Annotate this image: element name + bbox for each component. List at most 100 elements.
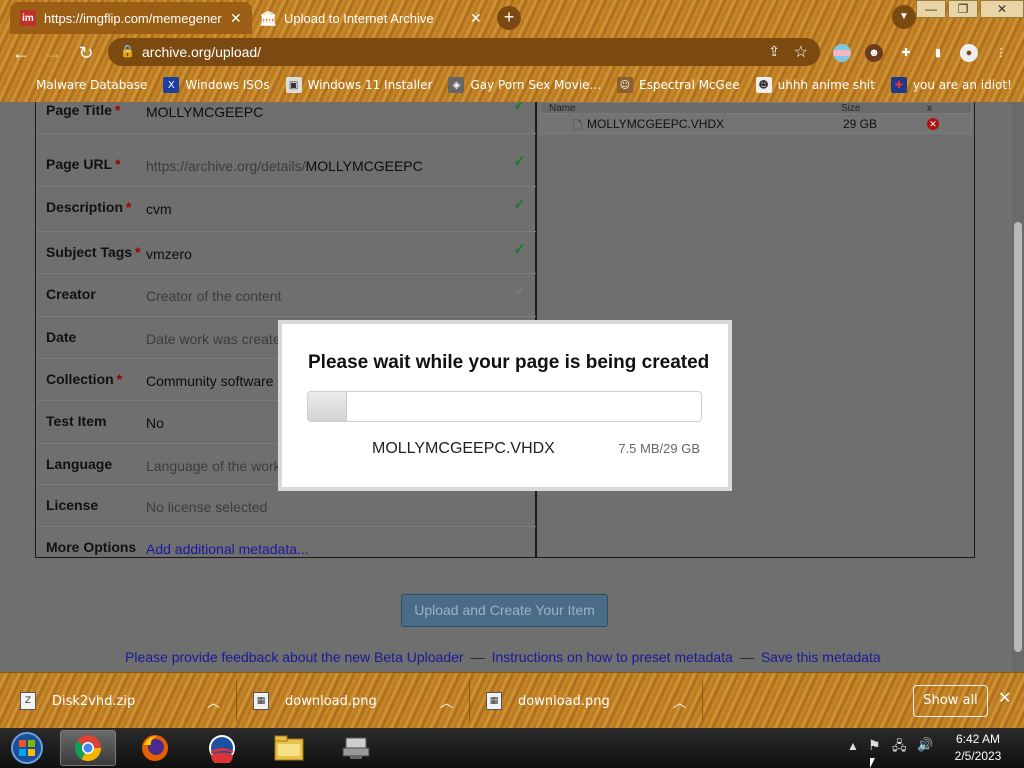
download-item[interactable]: ▦ download.png ︿	[253, 673, 453, 729]
tab-archive-upload[interactable]: 🏛 Upload to Internet Archive ✕	[250, 2, 492, 34]
bookmark-label: uhhh anime shit	[777, 78, 875, 92]
field-value[interactable]: Add additional metadata...	[146, 541, 309, 557]
bookmark-label: Windows ISOs	[185, 78, 270, 92]
upload-progress-dialog: Please wait while your page is being cre…	[278, 320, 732, 491]
download-name: download.png	[518, 693, 610, 709]
installer-icon: ▣	[285, 77, 302, 93]
field-value-text: cvm	[146, 201, 172, 217]
field-value[interactable]: Community software	[146, 373, 274, 389]
close-shelf-icon[interactable]: ✕	[998, 688, 1011, 708]
column-remove: x	[927, 103, 932, 114]
show-hidden-icons[interactable]: ▲	[847, 739, 859, 753]
close-window-button[interactable]: ✕	[980, 0, 1024, 18]
field-label-text: More Options	[46, 539, 137, 555]
field-value[interactable]: https://archive.org/details/MOLLYMCGEEPC	[146, 158, 423, 174]
feedback-link[interactable]: Please provide feedback about the new Be…	[125, 649, 464, 665]
system-clock[interactable]: 6:42 AM 2/5/2023	[948, 731, 1008, 765]
required-asterisk: *	[126, 199, 132, 215]
divider	[236, 681, 237, 721]
bookmark-anime[interactable]: ☻ uhhh anime shit	[755, 77, 875, 93]
start-orb-icon	[11, 732, 43, 764]
field-label-text: Creator	[46, 286, 96, 302]
bookmark-malware-database[interactable]: Malware Database	[36, 78, 147, 92]
taskbar-firefox[interactable]	[127, 730, 183, 766]
chrome-icon	[74, 735, 102, 762]
field-value[interactable]: Language of the work	[146, 458, 281, 474]
scrollbar-thumb[interactable]	[1014, 222, 1022, 652]
sidebar-icon[interactable]: ▮	[929, 44, 947, 62]
volume-icon[interactable]: 🔊	[917, 737, 933, 753]
field-label: Page URL *	[46, 156, 121, 172]
valid-check-icon: ✓	[513, 153, 526, 170]
chevron-up-icon[interactable]: ︿	[673, 692, 686, 711]
field-value[interactable]: MOLLYMCGEEPC	[146, 104, 263, 120]
chevron-up-icon[interactable]: ︿	[440, 692, 453, 711]
remove-file-icon[interactable]: ✕	[927, 118, 939, 130]
uploading-file-name: MOLLYMCGEEPC.VHDX	[372, 440, 555, 457]
field-value-text: vmzero	[146, 246, 192, 262]
extensions-puzzle-icon[interactable]: ✚	[897, 44, 915, 62]
extension-flag-icon[interactable]	[833, 44, 851, 62]
start-button[interactable]	[0, 730, 54, 766]
bookmark-label: Gay Porn Sex Movie...	[470, 78, 602, 92]
field-label-text: Subject Tags	[46, 244, 133, 260]
taskbar-file-explorer[interactable]	[261, 730, 317, 766]
field-value-prefix: https://archive.org/details/	[146, 158, 306, 174]
extension-avatar-icon[interactable]: ☻	[865, 44, 883, 62]
menu-dots-icon[interactable]: ⋮	[992, 44, 1010, 62]
upload-create-item-button[interactable]: Upload and Create Your Item	[401, 594, 608, 627]
valid-check-icon: ✓	[513, 196, 526, 213]
taskbar-network-app[interactable]	[328, 730, 384, 766]
file-row: 🗋 MOLLYMCGEEPC.VHDX 29 GB ✕	[540, 114, 972, 134]
file-size: 29 GB	[843, 117, 878, 131]
bookmark-windows-isos[interactable]: X Windows ISOs	[163, 77, 270, 93]
show-all-button[interactable]: Show all	[913, 685, 988, 717]
page-scrollbar[interactable]	[1012, 102, 1024, 672]
bookmark-espectral-mcgee[interactable]: ☺ Espectral McGee	[617, 77, 740, 93]
back-button[interactable]: ←	[8, 40, 34, 66]
field-label-text: License	[46, 497, 99, 513]
action-center-flag-icon[interactable]: ⚑	[868, 737, 881, 754]
field-value[interactable]: No license selected	[146, 499, 267, 515]
reload-button[interactable]: ↻	[73, 40, 99, 66]
folder-icon	[274, 735, 304, 761]
chevron-up-icon[interactable]: ︿	[207, 692, 220, 711]
preset-metadata-link[interactable]: Instructions on how to preset metadata	[492, 649, 733, 665]
share-icon[interactable]: ⇪	[768, 43, 780, 60]
form-row: Page Title * MOLLYMCGEEPC ✓	[37, 102, 536, 134]
close-tab-icon[interactable]: ✕	[230, 10, 242, 27]
field-value[interactable]: No	[146, 415, 164, 431]
bookmark-label: Malware Database	[36, 78, 148, 92]
address-bar[interactable]: 🔒 archive.org/upload/ ⇪ ☆	[108, 38, 820, 66]
maximize-button[interactable]: ❐	[948, 0, 978, 18]
field-label: License	[46, 497, 98, 513]
taskbar-chrome[interactable]	[60, 730, 116, 766]
field-value-text: Add additional metadata...	[146, 541, 309, 557]
download-shelf: Z Disk2vhd.zip ︿ ▦ download.png ︿ ▦ down…	[0, 672, 1024, 728]
profile-icon[interactable]: ●	[960, 44, 978, 62]
bookmark-site[interactable]: ◈ Gay Porn Sex Movie...	[448, 77, 601, 93]
taskbar-app[interactable]	[194, 730, 250, 766]
tab-imgflip[interactable]: im https://imgflip.com/memegenerator ✕	[10, 2, 252, 34]
field-value[interactable]: cvm	[146, 201, 172, 217]
minimize-button[interactable]: —	[916, 0, 946, 18]
clock-date: 2/5/2023	[954, 749, 1002, 763]
archive-icon: 🏛	[259, 9, 277, 26]
bookmark-you-are-an-idiot[interactable]: ✚ you are an idiot!	[890, 77, 1012, 93]
field-value[interactable]: Creator of the content	[146, 288, 281, 304]
download-item[interactable]: Z Disk2vhd.zip ︿	[20, 673, 220, 729]
bookmark-windows-11-installer[interactable]: ▣ Windows 11 Installer	[285, 77, 432, 93]
network-icon[interactable]: 🖧	[892, 737, 907, 759]
field-value[interactable]: vmzero	[146, 246, 192, 262]
tab-search-button[interactable]: ▼	[892, 5, 916, 29]
download-name: Disk2vhd.zip	[52, 693, 136, 709]
field-value[interactable]: Date work was created	[146, 331, 288, 347]
close-tab-icon[interactable]: ✕	[470, 10, 482, 27]
field-label: Creator	[46, 286, 96, 302]
form-row: Description * cvm ✓	[37, 187, 536, 232]
forward-button[interactable]: →	[40, 40, 66, 66]
download-item[interactable]: ▦ download.png ︿	[486, 673, 686, 729]
bookmark-star-icon[interactable]: ☆	[794, 42, 808, 62]
new-tab-button[interactable]: +	[497, 6, 521, 30]
save-metadata-link[interactable]: Save this metadata	[761, 649, 881, 665]
